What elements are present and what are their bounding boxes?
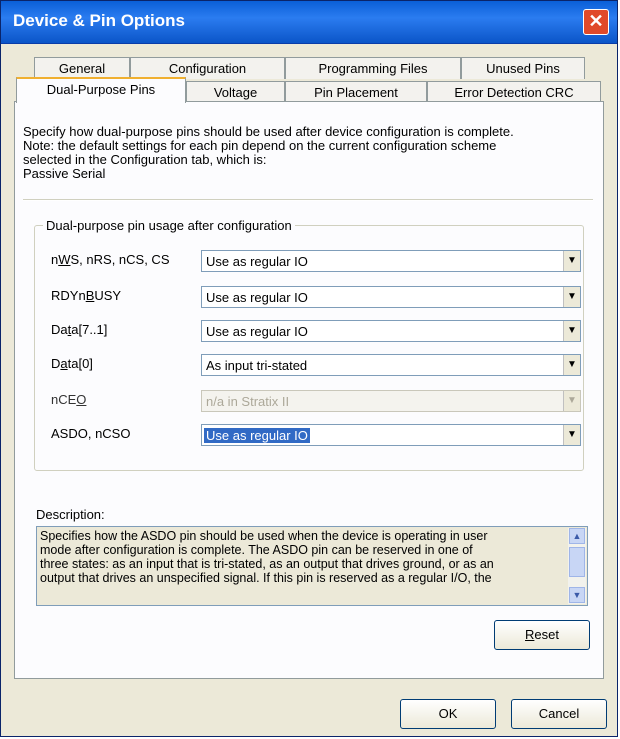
window-title: Device & Pin Options [13,11,185,30]
ok-button[interactable]: OK [400,699,496,729]
chevron-down-icon[interactable]: ▼ [569,587,585,603]
description-label: Description: [36,507,105,522]
dialog-window: Device & Pin Options ✕ General Configura… [0,0,618,737]
tab-general[interactable]: General [34,57,130,79]
chevron-down-icon[interactable]: ▼ [563,355,580,375]
close-button[interactable]: ✕ [583,9,609,35]
nws-combo[interactable]: Use as regular IO ▼ [201,250,581,272]
description-box[interactable]: Specifies how the ASDO pin should be use… [36,526,588,606]
chevron-down-icon[interactable]: ▼ [563,321,580,341]
tab-pin-placement[interactable]: Pin Placement [285,81,427,103]
row-label-data71: Data[7..1] [51,322,108,337]
data0-combo[interactable]: As input tri-stated ▼ [201,354,581,376]
info-text: Specify how dual-purpose pins should be … [23,125,593,181]
data71-combo[interactable]: Use as regular IO ▼ [201,320,581,342]
chevron-down-icon: ▼ [563,391,580,411]
row-label-nws: nWS, nRS, nCS, CS [51,252,170,267]
row-label-rdynbusy: RDYnBUSY [51,288,122,303]
tab-unused-pins[interactable]: Unused Pins [461,57,585,79]
title-bar[interactable]: Device & Pin Options ✕ [1,1,617,44]
chevron-up-icon[interactable]: ▲ [569,528,585,544]
row-label-asdo: ASDO, nCSO [51,426,131,441]
nceo-combo: n/a in Stratix II ▼ [201,390,581,412]
tab-dual-purpose-pins[interactable]: Dual-Purpose Pins [16,77,186,103]
vertical-scrollbar[interactable]: ▲ ▼ [568,528,586,604]
row-label-nceo: nCEO [51,392,87,407]
config-scheme: Passive Serial [23,166,106,181]
tab-voltage[interactable]: Voltage [186,81,285,103]
scroll-thumb[interactable] [569,547,585,577]
chevron-down-icon[interactable]: ▼ [563,287,580,307]
close-icon: ✕ [588,11,604,31]
rdynbusy-combo[interactable]: Use as regular IO ▼ [201,286,581,308]
row-label-data0: Data[0] [51,356,93,371]
group-title: Dual-purpose pin usage after configurati… [43,218,295,233]
chevron-down-icon[interactable]: ▼ [563,425,580,445]
chevron-down-icon[interactable]: ▼ [563,251,580,271]
description-text: Specifies how the ASDO pin should be use… [40,529,494,585]
tab-programming-files[interactable]: Programming Files [285,57,461,79]
tab-configuration[interactable]: Configuration [130,57,285,79]
tab-error-detection-crc[interactable]: Error Detection CRC [427,81,601,103]
asdo-combo[interactable]: Use as regular IO ▼ [201,424,581,446]
reset-button[interactable]: Reset [494,620,590,650]
cancel-button[interactable]: Cancel [511,699,607,729]
separator [23,199,593,201]
